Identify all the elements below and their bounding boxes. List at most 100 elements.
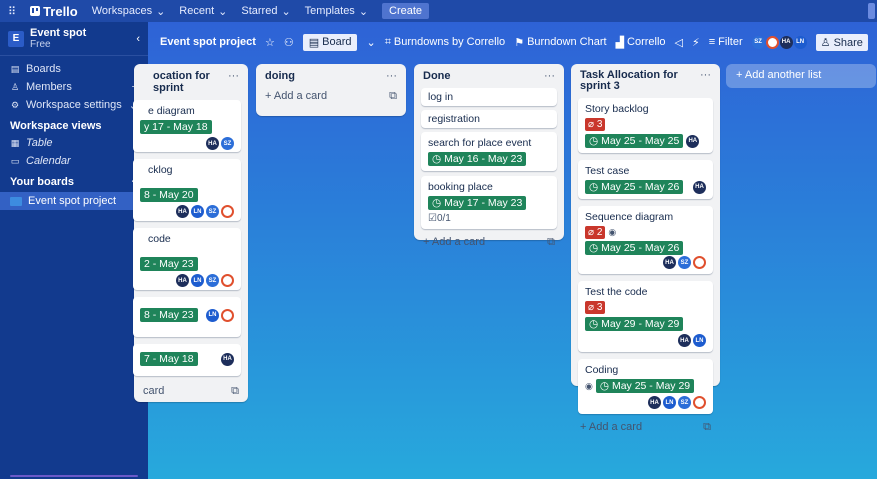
list-item[interactable]: code 2 - May 23 HA LN SZ [133,228,241,290]
templates-menu[interactable]: Templates ⌄ [305,5,368,18]
sidebar-item-workspace-settings[interactable]: ⚙ Workspace settings ⌄ [0,96,148,114]
tag-icon: ⌀ [588,119,595,130]
filter-button[interactable]: ≡ Filter [709,36,743,48]
list-item[interactable]: Sequence diagram ⌀ 2 ◉ ◷ May 25 - May 26… [578,206,713,274]
priority-badge: ⌀ 3 [585,301,606,314]
avatar: HA [206,137,219,150]
burndowns-button[interactable]: ⌗ Burndowns by Corrello [385,36,505,49]
template-icon[interactable]: ⧉ [231,385,239,398]
sidebar-item-table[interactable]: ▦ Table [0,134,148,152]
your-boards-heading: Your boards + [0,170,148,190]
clock-icon: ◷ [599,380,610,392]
clock-icon: ◷ [432,153,442,165]
automation-icon[interactable]: ⚡ [692,36,700,49]
list-item[interactable]: cklog 8 - May 20 HA LN SZ [133,159,241,221]
avatar[interactable] [765,35,779,49]
board-view-button[interactable]: ▤ Board [302,33,358,51]
avatar: LN [663,396,676,409]
avatar[interactable]: LN [793,35,807,49]
boards-icon: ▤ [10,63,20,74]
sidebar-board-event-spot[interactable]: Event spot project [0,192,148,210]
list-item[interactable]: Coding ◉ ◷ May 25 - May 29 HA LN SZ [578,359,713,414]
template-icon[interactable]: ⧉ [389,90,397,103]
corrello-button[interactable]: ▟ Corrello [616,36,666,49]
chevron-down-icon: ⌄ [156,5,166,18]
workspace-avatar: E [8,30,24,47]
board-color-swatch [10,196,22,206]
sidebar-item-members[interactable]: ♙ Members + [0,78,148,96]
due-date-badge: 2 - May 23 [140,257,198,271]
avatar: HA [686,134,700,148]
avatar: HA [176,274,189,287]
add-card-button[interactable]: + Add a card ⧉ [578,419,713,434]
watch-icon: ◉ [585,380,593,391]
avatar [221,274,234,287]
list-menu-icon[interactable]: ··· [228,70,239,94]
list-menu-icon[interactable]: ··· [700,70,711,92]
power-up-icon[interactable]: ◁ [675,36,683,49]
flag-icon: ⚑ [514,36,525,49]
list-item[interactable]: registration [421,110,557,128]
workspace-views-heading: Workspace views [10,120,102,132]
avatar [693,396,706,409]
list-item[interactable]: log in [421,88,557,106]
starred-menu[interactable]: Starred ⌄ [241,5,290,18]
add-list-button[interactable]: + Add another list [726,64,876,88]
list-item[interactable]: 7 - May 18 HA [133,344,241,376]
collapse-sidebar-icon[interactable]: ‹ [136,33,140,45]
avatar: LN [191,205,204,218]
avatar[interactable]: HA [779,35,793,49]
board-title[interactable]: Event spot project [160,36,256,48]
share-button[interactable]: ♙ Share [815,33,868,51]
trello-logo[interactable]: Trello [30,4,78,19]
clock-icon: ◷ [589,135,599,147]
priority-badge: ⌀ 2 [585,226,606,239]
visibility-icon[interactable]: ⚇ [284,36,294,49]
sidebar-item-calendar[interactable]: ▭ Calendar [0,152,148,170]
add-card-button[interactable]: + Add a card ⧉ [421,234,557,249]
workspace-name[interactable]: Event spot [30,27,86,39]
recent-menu[interactable]: Recent ⌄ [179,5,227,18]
list-menu-icon[interactable]: ··· [386,70,397,82]
create-button[interactable]: Create [382,3,430,19]
add-card-button[interactable]: + Add a card ⧉ [263,88,399,103]
chevron-down-icon: ⌄ [218,5,228,18]
avatar: SZ [206,205,219,218]
list-item[interactable]: e diagram y 17 - May 18 HA SZ [133,100,241,152]
template-icon[interactable]: ⧉ [547,236,555,249]
workspaces-menu[interactable]: Workspaces ⌄ [92,5,166,18]
sidebar-item-boards[interactable]: ▤ Boards [0,60,148,78]
due-date-badge: 8 - May 23 [140,308,198,322]
avatar: HA [176,205,189,218]
clock-icon: ◷ [589,181,599,193]
burndown-chart-button[interactable]: ⚑ Burndown Chart [514,36,606,49]
star-icon[interactable]: ☆ [265,36,275,49]
due-date-badge: 7 - May 18 [140,352,198,366]
apps-grid-icon[interactable]: ⠿ [8,5,16,18]
due-date-badge: y 17 - May 18 [140,120,212,134]
list-done: Done ··· log in registration search for p… [414,64,564,248]
members-icon: ♙ [10,81,20,92]
list-item[interactable]: Test case ◷ May 25 - May 26 HA [578,160,713,199]
list-item[interactable]: search for place event ◷ May 16 - May 23 [421,132,557,171]
board-header: Event spot project ☆ ⚇ ▤ Board ⌄ ⌗ Burndow… [148,30,877,54]
list-menu-icon[interactable]: ··· [544,70,555,82]
priority-badge: ⌀ 3 [585,118,606,131]
clock-icon: ◷ [432,197,442,209]
add-card-button[interactable]: card ⧉ [141,383,241,398]
list-item[interactable]: booking place ◷ May 17 - May 23 ☑0/1 [421,176,557,229]
avatar [221,308,234,322]
due-date-badge: ◷ May 25 - May 29 [595,379,695,393]
avatar[interactable]: SZ [751,35,765,49]
list-sprint-allocation-3: Task Allocation for sprint 3 ··· Story ba… [571,64,720,433]
avatar: LN [191,274,204,287]
chevron-down-icon[interactable]: ⌄ [366,36,375,49]
avatar: SZ [678,396,691,409]
list-item[interactable]: 8 - May 23 LN [133,297,241,337]
checklist-icon: ☑ [428,213,437,224]
top-right-control[interactable] [868,3,875,19]
due-date-badge: ◷ May 29 - May 29 [585,317,684,331]
list-item[interactable]: Test the code ⌀ 3 ◷ May 29 - May 29 HA L… [578,281,713,352]
list-item[interactable]: Story backlog ⌀ 3 ◷ May 25 - May 25 HA [578,98,713,153]
template-icon[interactable]: ⧉ [703,421,711,434]
